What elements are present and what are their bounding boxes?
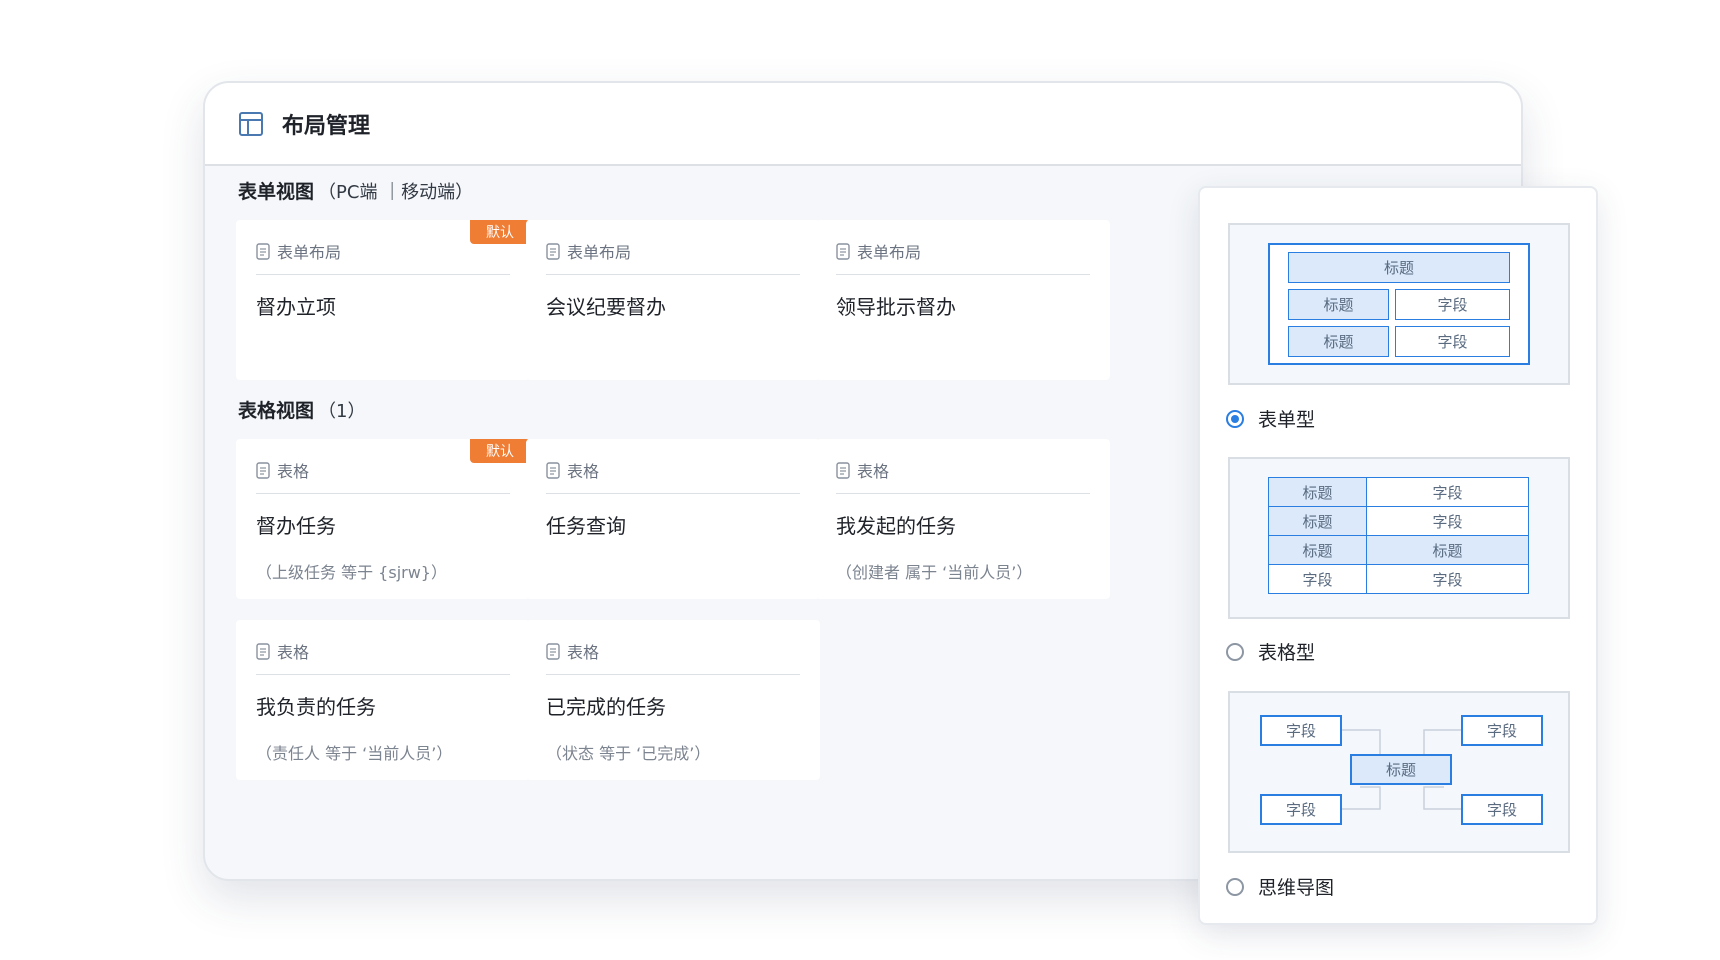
form-card-督办立项[interactable]: 表单布局 督办立项 默认	[236, 220, 530, 380]
table-view-section-title: 表格视图 （1）	[238, 396, 365, 423]
card-title: 会议纪要督办	[546, 295, 666, 319]
table-view-subtitle: （1）	[318, 401, 366, 422]
card-header: 表格	[256, 620, 510, 675]
card-header: 表格	[836, 439, 1090, 494]
card-header: 表单布局	[836, 220, 1090, 275]
preview-title-cell: 标题	[1268, 477, 1367, 507]
document-icon	[546, 461, 560, 479]
card-title: 已完成的任务	[546, 695, 666, 719]
preview-title-cell: 标题	[1288, 326, 1389, 357]
option-mindmap-type[interactable]: 思维导图	[1226, 873, 1334, 900]
table-preview-row: 标题 字段	[1268, 477, 1529, 507]
card-header: 表格	[546, 439, 800, 494]
document-icon	[836, 242, 850, 260]
document-icon	[546, 242, 560, 260]
document-icon	[256, 461, 270, 479]
card-condition: （上级任务 等于 {sjrw}）	[256, 563, 447, 582]
preview-field-cell: 字段	[1395, 289, 1510, 320]
document-icon	[546, 642, 560, 660]
document-icon	[256, 642, 270, 660]
preview-field-cell: 字段	[1366, 564, 1529, 594]
option-form-type[interactable]: 表单型	[1226, 405, 1315, 432]
preview-title-cell: 标题	[1268, 506, 1367, 536]
option-label: 表单型	[1258, 409, 1316, 431]
window-header: 布局管理	[205, 83, 1521, 166]
table-card-我发起的任务[interactable]: 表格 我发起的任务 （创建者 属于 ‘当前人员’）	[816, 439, 1110, 599]
card-title: 任务查询	[546, 514, 626, 538]
mindmap-field-node: 字段	[1461, 794, 1543, 825]
form-layout-preview[interactable]: 标题 标题 字段 标题 字段	[1228, 223, 1570, 385]
radio-button[interactable]	[1226, 642, 1244, 661]
preview-title-cell: 标题	[1288, 289, 1389, 320]
option-table-type[interactable]: 表格型	[1226, 638, 1315, 665]
preview-title-cell: 标题	[1268, 535, 1367, 565]
preview-field-cell: 字段	[1268, 564, 1367, 594]
table-preview-row: 字段 字段	[1268, 564, 1529, 594]
layout-icon	[239, 111, 263, 136]
table-card-督办任务[interactable]: 表格 督办任务 （上级任务 等于 {sjrw}） 默认	[236, 439, 530, 599]
card-type-label: 表格	[277, 643, 310, 662]
table-card-已完成的任务[interactable]: 表格 已完成的任务 （状态 等于 ‘已完成’）	[526, 620, 820, 780]
card-title: 领导批示督办	[836, 295, 956, 319]
card-header: 表单布局	[546, 220, 800, 275]
preview-field-cell: 字段	[1366, 506, 1529, 536]
card-header: 表格	[546, 620, 800, 675]
option-label: 思维导图	[1258, 877, 1335, 899]
form-card-领导批示督办[interactable]: 表单布局 领导批示督办	[816, 220, 1110, 380]
document-icon	[836, 461, 850, 479]
preview-title-cell: 标题	[1366, 535, 1529, 565]
card-condition: （状态 等于 ‘已完成’）	[546, 744, 711, 763]
card-title: 我负责的任务	[256, 695, 376, 719]
document-icon	[256, 242, 270, 260]
form-card-会议纪要督办[interactable]: 表单布局 会议纪要督办	[526, 220, 820, 380]
mindmap-layout-preview[interactable]: 字段 字段 标题 字段 字段	[1228, 691, 1570, 853]
form-view-subtitle: （PC端 ｜移动端）	[318, 182, 474, 203]
card-type-label: 表格	[857, 462, 890, 481]
form-view-title: 表单视图	[238, 181, 315, 203]
option-label: 表格型	[1258, 642, 1316, 664]
radio-button[interactable]	[1226, 877, 1244, 896]
window-title: 布局管理	[282, 113, 371, 139]
mindmap-field-node: 字段	[1260, 794, 1342, 825]
table-card-我负责的任务[interactable]: 表格 我负责的任务 （责任人 等于 ‘当前人员’）	[236, 620, 530, 780]
form-view-section-title: 表单视图 （PC端 ｜移动端）	[238, 177, 473, 204]
card-condition: （创建者 属于 ‘当前人员’）	[836, 563, 1033, 582]
table-preview-row: 标题 字段	[1268, 506, 1529, 536]
card-title: 督办任务	[256, 514, 336, 538]
default-badge: 默认	[470, 439, 530, 463]
card-type-label: 表单布局	[277, 243, 342, 262]
card-type-label: 表格	[277, 462, 310, 481]
card-title: 我发起的任务	[836, 514, 956, 538]
card-type-label: 表单布局	[567, 243, 632, 262]
card-type-label: 表格	[567, 462, 600, 481]
radio-button-checked[interactable]	[1226, 409, 1244, 428]
card-condition: （责任人 等于 ‘当前人员’）	[256, 744, 453, 763]
mindmap-field-node: 字段	[1461, 715, 1543, 746]
default-badge: 默认	[470, 220, 530, 244]
preview-field-cell: 字段	[1366, 477, 1529, 507]
card-type-label: 表单布局	[857, 243, 922, 262]
card-title: 督办立项	[256, 295, 336, 319]
table-layout-preview[interactable]: 标题 字段 标题 字段 标题 标题 字段 字段	[1228, 457, 1570, 619]
mindmap-center-node: 标题	[1350, 754, 1452, 785]
mindmap-field-node: 字段	[1260, 715, 1342, 746]
card-type-label: 表格	[567, 643, 600, 662]
table-view-title: 表格视图	[238, 400, 315, 422]
preview-field-cell: 字段	[1395, 326, 1510, 357]
table-card-任务查询[interactable]: 表格 任务查询	[526, 439, 820, 599]
table-preview-grid: 标题 字段 标题 字段 标题 标题 字段 字段	[1268, 477, 1529, 594]
layout-type-panel: 标题 标题 字段 标题 字段 表单型 标题 字段 标题 字段 标题 标题 字段 …	[1198, 186, 1598, 925]
table-preview-row: 标题 标题	[1268, 535, 1529, 565]
preview-title-row: 标题	[1288, 252, 1510, 283]
